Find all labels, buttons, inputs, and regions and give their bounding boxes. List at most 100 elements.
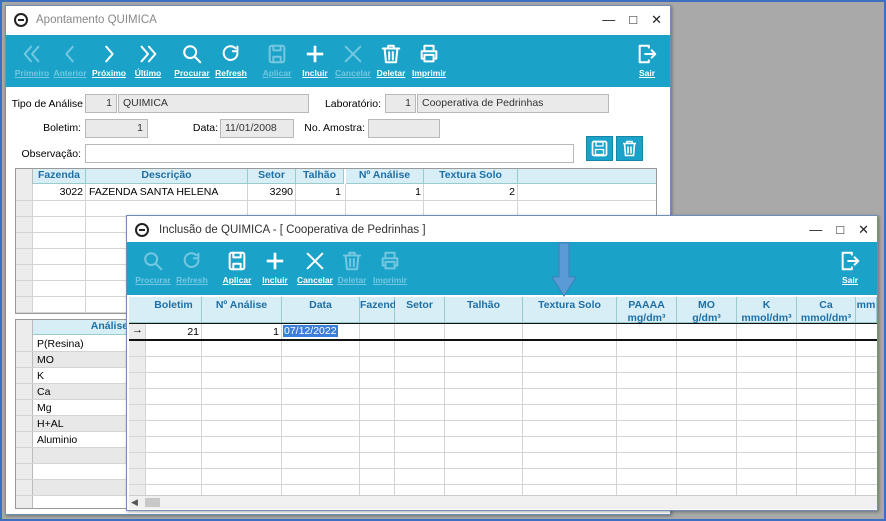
col-line bbox=[359, 323, 360, 495]
column-header: Fazenda bbox=[33, 169, 86, 184]
toolbar-imprimir-button[interactable]: Imprimir bbox=[370, 250, 410, 285]
main-toolbar: Primeiro Anterior Próximo Último Procurar Ref… bbox=[6, 35, 670, 87]
col-line bbox=[676, 323, 677, 495]
row-line bbox=[16, 495, 136, 496]
observacao-field[interactable] bbox=[85, 144, 574, 163]
header-corner bbox=[129, 297, 146, 323]
grid-cell-analise: 1 bbox=[273, 326, 279, 338]
column-header: Talhão bbox=[296, 169, 344, 184]
close-button[interactable]: ✕ bbox=[651, 12, 662, 28]
analise-item: Mg bbox=[37, 402, 52, 414]
app-icon bbox=[135, 223, 149, 237]
analises-grid: Análises P(Resina) MO K Ca Mg H+AL Aluminio bbox=[15, 319, 137, 509]
row-line bbox=[16, 367, 136, 368]
delete-obs-button[interactable] bbox=[616, 136, 643, 161]
scroll-thumb[interactable] bbox=[145, 498, 160, 507]
column-header: Nº Análise bbox=[202, 297, 282, 323]
row-line bbox=[129, 356, 877, 357]
inclusao-grid: Boletim Nº Análise Data Fazenda Setor Talhão T… bbox=[129, 297, 877, 509]
column-header: Textura Solo bbox=[424, 169, 518, 184]
grid-cell: 3022 bbox=[59, 186, 83, 198]
boletim-field[interactable]: 1 bbox=[85, 119, 148, 138]
exit-icon bbox=[841, 251, 860, 271]
refresh-icon bbox=[222, 45, 239, 61]
grid-cell: 2 bbox=[509, 186, 515, 198]
column-header: K mmol/dm³ bbox=[737, 297, 797, 324]
tipo-label: Tipo de Análise bbox=[11, 98, 83, 110]
toolbar-sair-button[interactable]: Sair bbox=[830, 250, 870, 285]
first-icon bbox=[23, 45, 40, 63]
col-line bbox=[32, 184, 33, 313]
analise-item: MO bbox=[37, 354, 54, 366]
lab-field[interactable]: Cooperativa de Pedrinhas bbox=[417, 94, 609, 113]
toolbar-refresh-button[interactable]: Refresh bbox=[172, 250, 212, 285]
tipo-field[interactable]: QUIMICA bbox=[118, 94, 309, 113]
toolbar-sair-button[interactable]: Sair bbox=[627, 43, 667, 78]
row-indicator-column bbox=[16, 169, 33, 313]
save-obs-button[interactable] bbox=[586, 136, 613, 161]
toolbar-button-label: Imprimir bbox=[411, 68, 446, 78]
row-line bbox=[129, 484, 877, 485]
row-shade bbox=[33, 480, 136, 496]
lab-code-field[interactable]: 1 bbox=[385, 94, 416, 113]
annotation-arrow bbox=[551, 242, 577, 297]
column-header: Boletim bbox=[146, 297, 202, 323]
col-line bbox=[281, 323, 282, 495]
col-line bbox=[522, 323, 523, 495]
analise-item: K bbox=[37, 370, 45, 382]
column-header-empty bbox=[518, 169, 656, 184]
row-line bbox=[129, 404, 877, 405]
horizontal-scrollbar[interactable]: ◀ bbox=[129, 495, 877, 509]
tipo-code-field[interactable]: 1 bbox=[85, 94, 117, 113]
plus-icon bbox=[266, 252, 284, 270]
grid-cell-data[interactable]: 07/12/2022 bbox=[282, 324, 339, 338]
printer-icon bbox=[420, 44, 438, 63]
refresh-icon bbox=[183, 252, 200, 268]
col-line bbox=[736, 323, 737, 495]
trash-icon bbox=[342, 251, 362, 271]
row-line bbox=[129, 388, 877, 389]
col-line bbox=[145, 323, 146, 495]
maximize-button[interactable]: □ bbox=[836, 222, 844, 238]
analise-item: H+AL bbox=[37, 418, 64, 430]
data-field[interactable]: 11/01/2008 bbox=[220, 119, 294, 138]
analise-item: Aluminio bbox=[37, 434, 78, 446]
col-line bbox=[616, 323, 617, 495]
close-button[interactable]: ✕ bbox=[858, 222, 869, 238]
col-line bbox=[855, 323, 856, 495]
maximize-button[interactable]: □ bbox=[629, 12, 637, 28]
toolbar-imprimir-button[interactable]: Imprimir bbox=[409, 43, 449, 78]
column-header: MO g/dm³ bbox=[677, 297, 737, 324]
column-header: Fazenda bbox=[360, 297, 402, 323]
last-icon bbox=[140, 45, 157, 63]
toolbar-refresh-button[interactable]: Refresh bbox=[211, 43, 251, 78]
amostra-label: No. Amostra: bbox=[304, 122, 365, 134]
row-shade bbox=[33, 448, 136, 464]
grid-cell-boletim: 21 bbox=[187, 326, 199, 338]
row-line bbox=[129, 420, 877, 421]
column-header: Setor bbox=[395, 297, 445, 323]
row-line bbox=[16, 431, 136, 432]
cancel-icon bbox=[344, 45, 362, 63]
amostra-field[interactable] bbox=[368, 119, 440, 138]
inclusao-window: Inclusão de QUIMICA - [ Cooperativa de P… bbox=[126, 215, 878, 511]
row-line bbox=[129, 436, 877, 437]
col-line bbox=[201, 323, 202, 495]
trash-icon bbox=[381, 44, 401, 64]
column-header: Ca mmol/dm³ bbox=[797, 297, 856, 324]
minimize-button[interactable]: — bbox=[809, 222, 822, 238]
exit-icon bbox=[638, 44, 657, 64]
column-header: Descrição bbox=[86, 169, 248, 184]
window-title: Inclusão de QUIMICA - [ Cooperativa de P… bbox=[159, 224, 426, 236]
current-row-border bbox=[129, 339, 877, 341]
analise-item: P(Resina) bbox=[37, 338, 84, 350]
minimize-button[interactable]: — bbox=[602, 12, 615, 28]
trash-icon bbox=[623, 140, 636, 157]
column-header: Textura Solo bbox=[523, 297, 617, 323]
column-header: Análises bbox=[33, 320, 136, 335]
search-icon bbox=[183, 45, 202, 64]
observacao-label: Observação: bbox=[21, 148, 81, 160]
window-title: Apontamento QUIMICA bbox=[36, 14, 157, 26]
toolbar-button-label: Sair bbox=[638, 68, 656, 78]
scroll-left-button[interactable]: ◀ bbox=[131, 497, 138, 508]
